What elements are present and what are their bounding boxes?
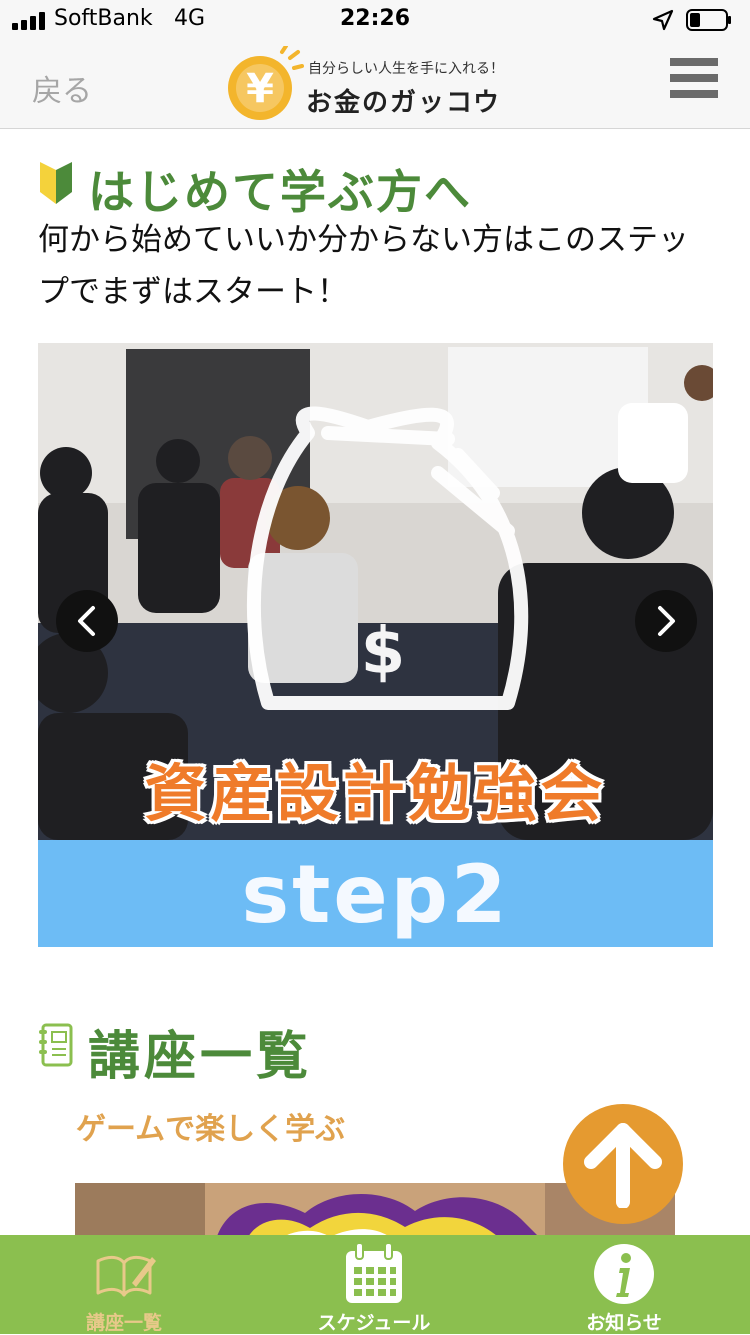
tab-schedule-label: スケジュール <box>317 1312 431 1334</box>
step-label: step2 <box>241 848 510 941</box>
status-time: 22:26 <box>339 6 411 31</box>
calendar-icon <box>346 1243 402 1303</box>
course-subtitle: ゲームで楽しく学ぶ <box>76 1112 346 1147</box>
location-arrow-icon <box>652 9 674 31</box>
courses-section-title: 講座一覧 <box>88 1027 313 1087</box>
slider-next-button[interactable] <box>635 590 697 652</box>
battery-icon <box>686 9 731 31</box>
back-button[interactable]: 戻る <box>32 66 92 110</box>
back-to-top-button[interactable] <box>563 1104 683 1224</box>
book-icon <box>96 1255 156 1297</box>
beginner-mark-icon <box>40 162 72 204</box>
tab-news-label: お知らせ <box>586 1312 662 1334</box>
info-icon <box>594 1244 654 1304</box>
menu-icon[interactable] <box>670 58 718 106</box>
tab-courses[interactable]: 講座一覧 <box>24 1235 224 1334</box>
chevron-right-icon <box>658 606 675 636</box>
bottom-tab-bar: 講座一覧 スケジュール お知らせ <box>0 1235 750 1334</box>
logo-yen-coin-icon: ¥ <box>228 46 304 120</box>
arrow-up-icon <box>584 1123 662 1208</box>
slide-caption: 資産設計勉強会 <box>144 757 607 830</box>
nav-bar: 戻る ¥ 自分らしい人生を手に入れる！ お金のガッコウ <box>0 40 750 129</box>
tab-schedule[interactable]: スケジュール <box>274 1235 474 1334</box>
tab-courses-label: 講座一覧 <box>85 1312 162 1334</box>
bag-dollar-sign: $ <box>361 615 406 689</box>
slider-prev-button[interactable] <box>56 590 118 652</box>
site-logo[interactable]: ¥ 自分らしい人生を手に入れる！ お金のガッコウ <box>226 46 526 122</box>
logo-name: お金のガッコウ <box>306 88 501 118</box>
svg-text:¥: ¥ <box>246 66 274 112</box>
tab-news[interactable]: お知らせ <box>524 1235 724 1334</box>
logo-tagline: 自分らしい人生を手に入れる！ <box>308 61 504 77</box>
notebook-icon <box>39 1023 73 1067</box>
step-band: step2 <box>38 840 713 947</box>
status-bar: SoftBank 4G 22:26 <box>0 0 750 40</box>
step-slider[interactable]: $ 資産設計勉強会 step2 <box>38 343 713 947</box>
chevron-left-icon <box>78 606 95 636</box>
beginner-description: 何から始めていいか分からない方はこのステップでまずはスタート！ <box>38 222 689 310</box>
beginner-section-title: はじめて学ぶ方へ <box>88 165 472 219</box>
